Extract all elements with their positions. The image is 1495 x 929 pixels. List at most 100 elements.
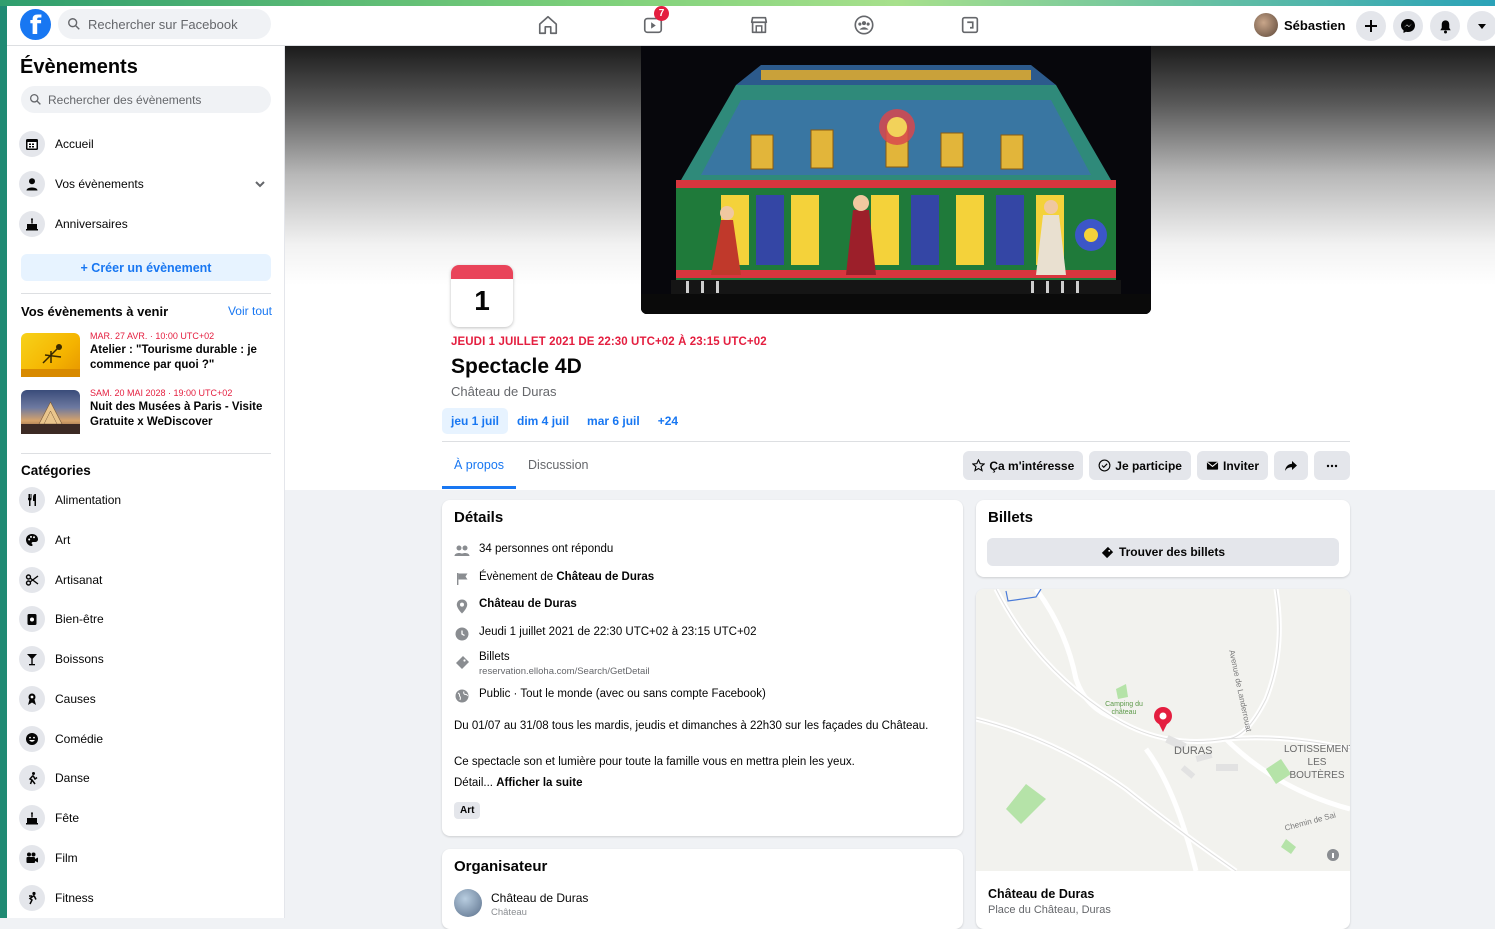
description-para-1: Du 01/07 au 31/08 tous les mardis, jeudi… — [454, 720, 929, 732]
event-datetime: SAM. 20 MAI 2028 · 19:00 UTC+02 — [90, 388, 233, 398]
sidebar-item-vos-evenements[interactable]: Vos évènements — [19, 167, 273, 201]
calendar-day: 1 — [474, 285, 490, 316]
category-boissons[interactable]: Boissons — [19, 642, 273, 676]
gaming-icon[interactable] — [957, 12, 983, 38]
sidebar-item-label: Anniversaires — [55, 217, 128, 231]
more-options-button[interactable] — [1314, 451, 1350, 480]
sidebar-item-accueil[interactable]: Accueil — [19, 127, 273, 161]
watch-badge: 7 — [654, 6, 669, 21]
tab-discussion[interactable]: Discussion — [516, 449, 600, 489]
marketplace-icon[interactable] — [746, 12, 772, 38]
privacy-row: Public · Tout le monde (avec ou sans com… — [454, 688, 766, 704]
global-search[interactable] — [58, 9, 271, 39]
privacy-text: Public · Tout le monde (avec ou sans com… — [479, 688, 766, 700]
global-search-input[interactable] — [86, 15, 270, 33]
watch-icon[interactable]: 7 — [640, 6, 669, 38]
events-search[interactable] — [21, 86, 271, 113]
category-fete[interactable]: Fête — [19, 801, 273, 835]
event-cover-photo[interactable] — [641, 45, 1151, 314]
find-tickets-button[interactable]: Trouver des billets — [987, 538, 1339, 566]
category-label: Fitness — [55, 891, 94, 905]
date-tab[interactable]: dim 4 juil — [508, 408, 578, 434]
scissors-icon — [19, 567, 45, 593]
category-artisanat[interactable]: Artisanat — [19, 563, 273, 597]
event-thumbnail — [21, 333, 80, 377]
date-tab[interactable]: mar 6 juil — [578, 408, 649, 434]
category-comedie[interactable]: Comédie — [19, 722, 273, 756]
facebook-logo-icon[interactable]: f — [20, 9, 51, 40]
share-button[interactable] — [1274, 451, 1308, 480]
messenger-button[interactable] — [1393, 11, 1423, 41]
category-label: Causes — [55, 692, 96, 706]
category-art[interactable]: Art — [19, 523, 273, 557]
interested-button[interactable]: Ça m'intéresse — [963, 451, 1084, 480]
details-heading: Détails — [454, 509, 504, 526]
ticket-icon — [1101, 546, 1114, 558]
event-name: Nuit des Musées à Paris - Visite Gratuit… — [90, 401, 263, 428]
going-label: Je participe — [1115, 458, 1182, 473]
tickets-url[interactable]: reservation.elloha.com/Search/GetDetail — [479, 666, 650, 677]
calendar-icon — [19, 131, 45, 157]
event-name: Atelier : "Tourisme durable : je commenc… — [90, 344, 257, 371]
going-button[interactable]: Je participe — [1089, 451, 1191, 480]
category-bien-etre[interactable]: Bien-être — [19, 602, 273, 636]
groups-icon[interactable] — [851, 12, 877, 38]
upcoming-events-heading: Vos évènements à venir — [21, 304, 169, 319]
description-para-2: Ce spectacle son et lumière pour toute l… — [454, 756, 855, 768]
account-menu-button[interactable] — [1467, 11, 1495, 41]
event-by-name[interactable]: Château de Duras — [556, 571, 654, 583]
category-causes[interactable]: Causes — [19, 682, 273, 716]
home-icon[interactable] — [535, 12, 561, 38]
category-alimentation[interactable]: Alimentation — [19, 483, 273, 517]
notifications-button[interactable] — [1430, 11, 1460, 41]
category-label: Alimentation — [55, 493, 122, 507]
tickets-label: Billets — [479, 651, 510, 663]
event-location[interactable]: Château de Duras — [451, 384, 557, 399]
responded-row: 34 personnes ont répondu — [454, 543, 613, 559]
description-more: Détail... Afficher la suite — [454, 776, 934, 791]
create-event-button[interactable]: + Créer un évènement — [21, 254, 271, 281]
upcoming-event-item[interactable]: SAM. 20 MAI 2028 · 19:00 UTC+02 Nuit des… — [21, 388, 271, 436]
responded-text: 34 personnes ont répondu — [479, 543, 614, 555]
profile-button[interactable]: Sébastien — [1254, 11, 1351, 39]
organizer-card: Organisateur Château de Duras Château — [442, 849, 963, 929]
date-tab[interactable]: jeu 1 juil — [442, 408, 509, 434]
category-danse[interactable]: Danse — [19, 761, 273, 795]
share-arrow-icon — [1285, 460, 1297, 471]
category-fitness[interactable]: Fitness — [19, 881, 273, 915]
sidebar-item-anniversaires[interactable]: Anniversaires — [19, 207, 273, 241]
date-selector: jeu 1 juil dim 4 juil mar 6 juil +24 — [442, 408, 687, 434]
create-menu-button[interactable] — [1356, 11, 1386, 41]
ticket-icon — [454, 654, 470, 670]
search-icon — [68, 18, 80, 30]
invite-label: Inviter — [1222, 458, 1259, 473]
category-label: Fête — [55, 811, 80, 825]
upcoming-event-item[interactable]: MAR. 27 AVR. · 10:00 UTC+02 Atelier : "T… — [21, 331, 271, 379]
plus-icon — [1365, 20, 1377, 32]
tickets-heading: Billets — [988, 509, 1034, 526]
events-search-input[interactable] — [46, 91, 265, 108]
see-more-link[interactable]: Afficher la suite — [496, 777, 582, 789]
event-main: 1 JEUDI 1 JUILLET 2021 DE 22:30 UTC+02 À… — [284, 45, 1495, 929]
wellness-icon — [19, 606, 45, 632]
clock-icon — [454, 626, 470, 642]
sidebar-title: Évènements — [20, 56, 138, 78]
see-all-link[interactable]: Voir tout — [228, 304, 272, 318]
location-map[interactable]: Camping du château DURAS LOTISSEMENT LES… — [976, 589, 1350, 871]
invite-button[interactable]: Inviter — [1196, 451, 1268, 480]
avatar — [1254, 13, 1278, 37]
events-sidebar: Évènements Accueil Vos évènements Annive… — [7, 45, 285, 918]
category-film[interactable]: Film — [19, 841, 273, 875]
organizer-name[interactable]: Château de Duras — [491, 891, 588, 905]
place-name[interactable]: Château de Duras — [479, 598, 577, 610]
envelope-icon — [1206, 461, 1219, 470]
tab-a-propos[interactable]: À propos — [442, 449, 517, 489]
category-label: Film — [55, 851, 78, 865]
chevron-down-icon[interactable] — [253, 177, 267, 191]
categories-heading: Catégories — [21, 463, 91, 478]
category-tag[interactable]: Art — [454, 802, 481, 819]
organizer-avatar[interactable] — [454, 889, 482, 917]
tickets-row: Billets reservation.elloha.com/Search/Ge… — [454, 651, 650, 677]
more-dates-tab[interactable]: +24 — [649, 408, 687, 434]
cake-icon — [19, 211, 45, 237]
